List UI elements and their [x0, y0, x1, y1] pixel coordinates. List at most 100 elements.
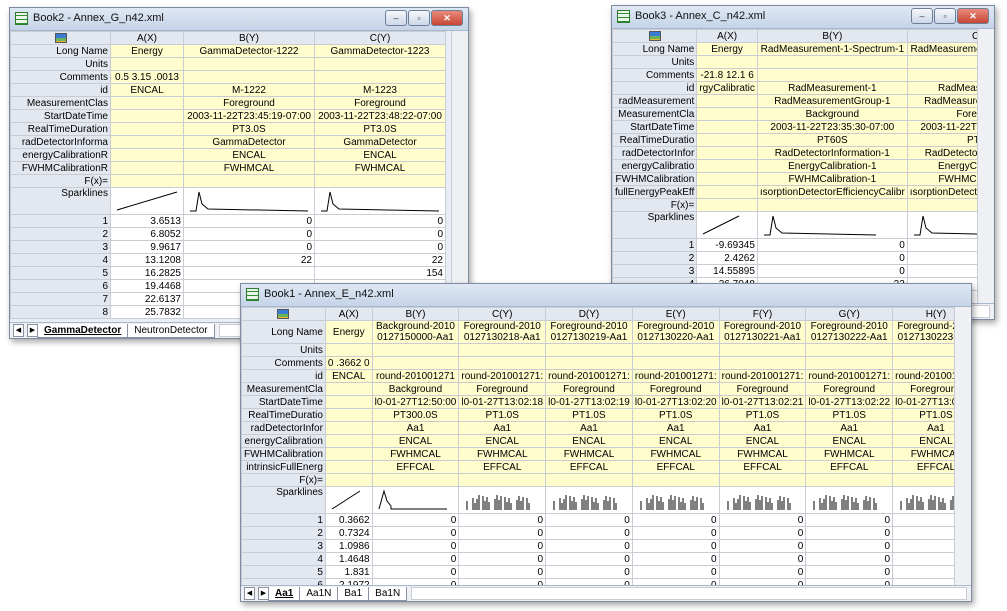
data-cell[interactable]: 6.8052	[110, 227, 184, 241]
book3-grid[interactable]: A(X)B(Y)C(Y)Long NameEnergyRadMeasuremen…	[612, 29, 994, 319]
metadata-cell[interactable]	[110, 161, 184, 175]
metadata-cell[interactable]	[324, 395, 373, 409]
metadata-cell[interactable]: PT300.0S	[371, 408, 460, 422]
row-number[interactable]: 2	[241, 526, 326, 540]
maximize-icon[interactable]: ▫	[408, 10, 430, 26]
book2-table[interactable]: A(X) B(Y) C(Y) Long Name Energy GammaDetector…	[10, 31, 446, 319]
data-cell[interactable]: 0	[545, 539, 633, 553]
data-cell[interactable]: -9.69345	[696, 238, 758, 252]
metadata-cell[interactable]: l0-01-27T13:02:22	[805, 395, 894, 409]
data-cell[interactable]: 0	[718, 552, 807, 566]
row-label[interactable]: MeasurementClas	[10, 96, 111, 110]
data-cell[interactable]: 0	[631, 526, 720, 540]
minimize-icon[interactable]: –	[911, 8, 933, 24]
metadata-cell[interactable]: l0-01-27T13:02:20	[631, 395, 720, 409]
select-all-corner[interactable]	[612, 29, 698, 43]
metadata-cell[interactable]	[545, 356, 633, 370]
column-header[interactable]: A(X)	[696, 29, 758, 43]
column-header[interactable]: B(Y)	[371, 307, 460, 321]
sheet-tab[interactable]: Ba1N	[368, 586, 408, 601]
metadata-cell[interactable]: FWHMCAL	[314, 161, 446, 175]
column-header[interactable]: C(Y)	[314, 31, 446, 45]
metadata-cell[interactable]: EFFCAL	[718, 460, 807, 474]
metadata-cell[interactable]	[458, 473, 547, 487]
metadata-cell[interactable]: GammaDetector-1222	[183, 44, 315, 58]
metadata-cell[interactable]: Aa1	[371, 421, 460, 435]
data-cell[interactable]: 0	[718, 513, 807, 527]
row-number[interactable]: 6	[10, 279, 111, 293]
data-cell[interactable]: 3.6513	[110, 214, 184, 228]
metadata-cell[interactable]	[631, 473, 720, 487]
data-cell[interactable]: 13.1208	[110, 253, 184, 267]
metadata-cell[interactable]: Foreground	[545, 382, 633, 396]
data-cell[interactable]: 0	[371, 552, 460, 566]
metadata-cell[interactable]: Energy	[696, 42, 758, 56]
book3-vscrollbar[interactable]	[977, 29, 994, 303]
metadata-cell[interactable]: GammaDetector	[314, 135, 446, 149]
column-header[interactable]: A(X)	[110, 31, 184, 45]
metadata-cell[interactable]	[696, 185, 758, 199]
sheet-tab[interactable]: NeutronDetector	[127, 323, 215, 338]
data-cell[interactable]: 0	[371, 565, 460, 579]
sparkline-cell[interactable]	[314, 187, 446, 215]
row-label[interactable]: Sparklines	[10, 187, 111, 215]
data-cell[interactable]: 0	[545, 513, 633, 527]
metadata-cell[interactable]	[545, 343, 633, 357]
row-label[interactable]: energyCalibratio	[612, 159, 698, 173]
row-number[interactable]: 8	[10, 305, 111, 319]
metadata-cell[interactable]: Foreground	[183, 96, 315, 110]
column-header[interactable]: F(Y)	[718, 307, 807, 321]
metadata-cell[interactable]: ENCAL	[631, 434, 720, 448]
scroll-left-icon[interactable]: ◀	[244, 587, 255, 600]
row-label[interactable]: Long Name	[10, 44, 111, 58]
row-number[interactable]: 2	[612, 251, 698, 265]
row-label[interactable]: RealTimeDuration	[10, 122, 111, 136]
metadata-cell[interactable]: Aa1	[718, 421, 807, 435]
metadata-cell[interactable]	[324, 382, 373, 396]
row-label[interactable]: id	[612, 81, 698, 95]
metadata-cell[interactable]: ENCAL	[314, 148, 446, 162]
metadata-cell[interactable]	[631, 343, 720, 357]
data-cell[interactable]	[183, 266, 315, 280]
metadata-cell[interactable]	[718, 356, 807, 370]
metadata-cell[interactable]	[545, 473, 633, 487]
metadata-cell[interactable]: EFFCAL	[545, 460, 633, 474]
data-cell[interactable]: 0	[458, 526, 547, 540]
sparkline-cell[interactable]	[545, 486, 633, 514]
row-label[interactable]: Units	[241, 343, 326, 357]
column-header[interactable]: D(Y)	[545, 307, 633, 321]
metadata-cell[interactable]: Aa1	[545, 421, 633, 435]
close-icon[interactable]: ✕	[431, 10, 463, 26]
metadata-cell[interactable]: FWHMCAL	[183, 161, 315, 175]
sheet-tab[interactable]: Ba1	[337, 586, 370, 601]
metadata-cell[interactable]	[110, 135, 184, 149]
row-number[interactable]: 7	[10, 292, 111, 306]
data-cell[interactable]: 0	[718, 526, 807, 540]
data-cell[interactable]: 0.3662	[324, 513, 373, 527]
metadata-cell[interactable]: ısorptionDetectorEfficiencyCalibr	[756, 185, 908, 199]
book2-grid[interactable]: A(X) B(Y) C(Y) Long Name Energy GammaDetector…	[10, 31, 446, 319]
row-number[interactable]: 3	[612, 264, 698, 278]
column-header[interactable]: G(Y)	[805, 307, 894, 321]
data-cell[interactable]: 0	[631, 513, 720, 527]
row-label[interactable]: FWHMCalibrationR	[10, 161, 111, 175]
metadata-cell[interactable]	[696, 146, 758, 160]
row-label[interactable]: FWHMCalibration	[612, 172, 698, 186]
metadata-cell[interactable]: 2003-11-22T23:45:19-07:00	[183, 109, 315, 123]
data-cell[interactable]: 25.7832	[110, 305, 184, 319]
book1-window[interactable]: Book1 - Annex_E_n42.xml A(X) B(Y) C(Y) D(Y)…	[240, 283, 972, 602]
row-label[interactable]: F(x)=	[241, 473, 326, 487]
metadata-cell[interactable]: Foreground-2010 0127130222-Aa1	[805, 320, 894, 344]
metadata-cell[interactable]	[110, 174, 184, 188]
metadata-cell[interactable]: 2003-11-22T23:35:30-07:00	[756, 120, 908, 134]
metadata-cell[interactable]	[324, 434, 373, 448]
metadata-cell[interactable]	[718, 343, 807, 357]
metadata-cell[interactable]: -21.8 12.1 6	[696, 68, 758, 82]
sparkline-cell[interactable]	[805, 486, 894, 514]
row-label[interactable]: StartDateTime	[241, 395, 326, 409]
metadata-cell[interactable]	[696, 159, 758, 173]
horizontal-scrollbar[interactable]	[411, 587, 967, 600]
row-label[interactable]: Sparklines	[241, 486, 326, 514]
metadata-cell[interactable]: round-201001271:	[458, 369, 547, 383]
data-cell[interactable]: 0	[805, 526, 894, 540]
